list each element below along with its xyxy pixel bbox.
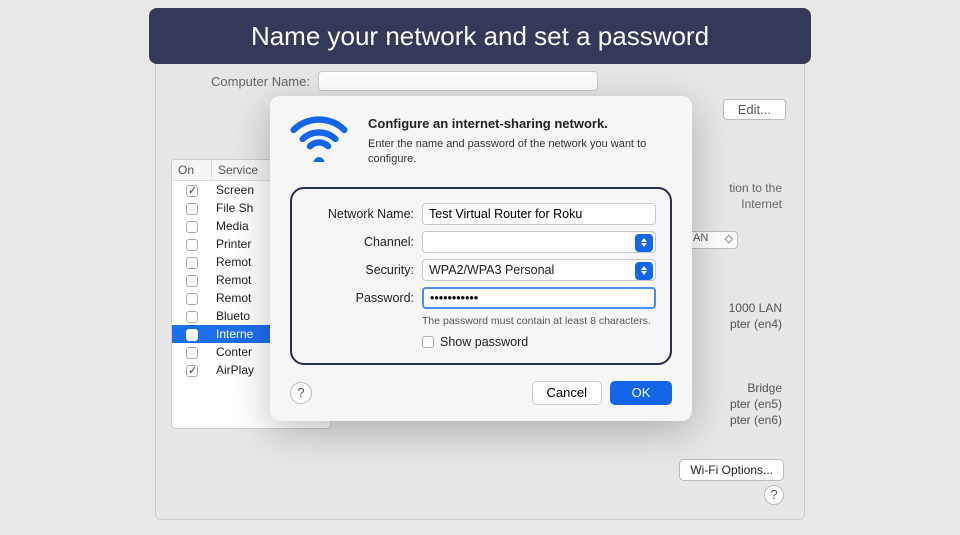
- computer-name-row: Computer Name:: [211, 71, 598, 91]
- network-name-label: Network Name:: [306, 207, 414, 221]
- channel-label: Channel:: [306, 235, 414, 249]
- network-name-input[interactable]: [422, 203, 656, 225]
- cancel-button[interactable]: Cancel: [532, 381, 602, 405]
- help-button[interactable]: ?: [290, 382, 312, 404]
- chevron-updown-icon: [635, 262, 653, 280]
- share-from-select[interactable]: AN◇: [688, 231, 738, 249]
- help-button[interactable]: ?: [764, 485, 784, 505]
- computer-name-input[interactable]: [318, 71, 598, 91]
- show-password-label: Show password: [440, 335, 528, 349]
- banner-text: Name your network and set a password: [251, 21, 709, 52]
- security-label: Security:: [306, 263, 414, 277]
- wifi-options-button[interactable]: Wi-Fi Options...: [679, 459, 784, 481]
- dialog-title: Configure an internet-sharing network.: [368, 116, 648, 131]
- password-input[interactable]: [422, 287, 656, 309]
- dialog-subtitle: Enter the name and password of the netwo…: [368, 137, 648, 167]
- instruction-banner: Name your network and set a password: [149, 8, 811, 64]
- configure-sharing-dialog: Configure an internet-sharing network. E…: [270, 96, 692, 421]
- wifi-icon: [290, 116, 348, 167]
- channel-select[interactable]: [422, 231, 656, 253]
- password-helper: The password must contain at least 8 cha…: [422, 315, 656, 327]
- security-select[interactable]: WPA2/WPA3 Personal: [422, 259, 656, 281]
- security-value: WPA2/WPA3 Personal: [429, 263, 554, 277]
- show-password-checkbox[interactable]: [422, 336, 434, 348]
- password-label: Password:: [306, 291, 414, 305]
- form-box: Network Name: Channel: Security: WPA2/WP…: [290, 187, 672, 365]
- chevron-updown-icon: [635, 234, 653, 252]
- edit-button[interactable]: Edit...: [723, 99, 786, 120]
- ok-button[interactable]: OK: [610, 381, 672, 405]
